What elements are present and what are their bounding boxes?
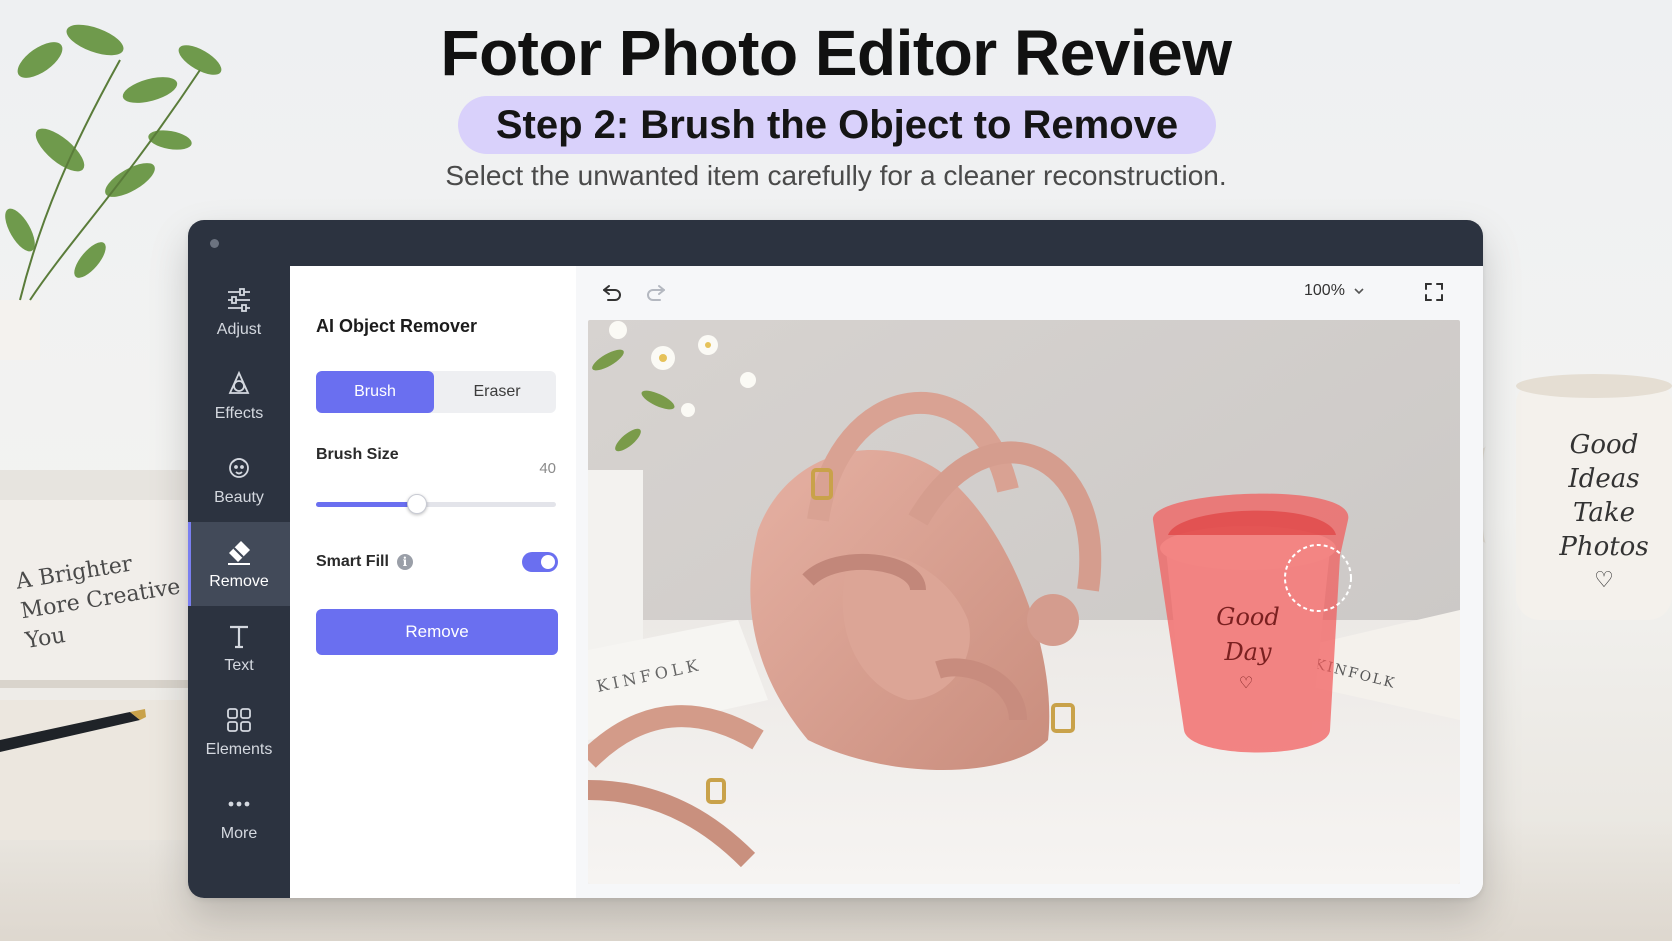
photo-canvas[interactable]: KINFOLK KINFOLK Good Day ♡: [588, 320, 1460, 884]
more-icon: [228, 801, 250, 807]
page-title: Fotor Photo Editor Review: [440, 17, 1232, 89]
tool-panel: AI Object Remover Brush Eraser Brush Siz…: [290, 266, 576, 898]
tool-rail: Adjust Effects Beauty Remove Text Elemen…: [188, 266, 290, 898]
slider-thumb[interactable]: [406, 494, 427, 514]
mug-text-line: Photos: [1559, 532, 1649, 562]
rail-item-beauty[interactable]: Beauty: [188, 438, 290, 522]
workspace: 100% KINFOLK KINFOLK Good Day ♡: [576, 266, 1483, 898]
rail-label: Remove: [209, 573, 269, 590]
canvas-toolbar: 100%: [576, 266, 1483, 318]
panel-title: AI Object Remover: [316, 316, 478, 336]
mug-text-line: Take: [1573, 498, 1635, 528]
eraser-mode-button[interactable]: Eraser: [438, 371, 556, 413]
rail-item-adjust[interactable]: Adjust: [188, 270, 290, 354]
text-icon: [230, 625, 248, 649]
smart-fill-row: Smart Fill i: [316, 553, 413, 571]
brush-mode-button[interactable]: Brush: [316, 371, 434, 413]
zoom-dropdown[interactable]: 100%: [1304, 282, 1365, 300]
brush-size-slider[interactable]: [316, 494, 556, 514]
effects-icon: [228, 370, 250, 394]
rail-label: Elements: [205, 741, 273, 758]
heart-icon: ♡: [1594, 568, 1614, 593]
cup-text-line: Good: [1216, 603, 1279, 631]
rail-label: More: [220, 825, 258, 842]
heart-icon: ♡: [1239, 673, 1253, 692]
brush-size-value: 40: [539, 460, 556, 477]
smart-fill-label: Smart Fill: [316, 553, 389, 570]
rail-label: Text: [224, 657, 254, 674]
page-subtitle: Select the unwanted item carefully for a…: [445, 160, 1227, 191]
slider-fill: [316, 502, 417, 507]
book-stack-decoration: A Brighter More Creative You: [0, 470, 195, 850]
window-titlebar: [188, 220, 1483, 266]
brush-size-label: Brush Size: [316, 446, 399, 463]
undo-icon[interactable]: [600, 280, 624, 304]
rail-item-effects[interactable]: Effects: [188, 354, 290, 438]
rail-label: Effects: [214, 405, 264, 422]
remove-button[interactable]: Remove: [316, 609, 558, 655]
redo-icon[interactable]: [644, 280, 668, 304]
rail-label: Adjust: [216, 321, 262, 338]
rail-item-more[interactable]: More: [188, 774, 290, 858]
step-badge: Step 2: Brush the Object to Remove: [458, 96, 1216, 154]
mug-text-line: Good: [1569, 430, 1639, 460]
rail-item-elements[interactable]: Elements: [188, 690, 290, 774]
photo-image: KINFOLK KINFOLK Good Day ♡: [588, 320, 1460, 884]
eraser-icon: [228, 541, 250, 565]
mug-text-line: Ideas: [1568, 464, 1640, 494]
editor-window: Adjust Effects Beauty Remove Text Elemen…: [188, 220, 1483, 898]
rail-label: Beauty: [214, 489, 264, 506]
sliders-icon: [228, 288, 250, 312]
chevron-down-icon: [1354, 288, 1364, 295]
info-icon[interactable]: i: [396, 554, 413, 570]
beauty-icon: [229, 458, 249, 478]
mug-decoration: Good Ideas Take Photos ♡: [1463, 360, 1672, 640]
fullscreen-icon[interactable]: [1422, 280, 1446, 304]
smart-fill-toggle[interactable]: [522, 552, 558, 572]
zoom-value: 100%: [1304, 282, 1345, 299]
window-dot[interactable]: [210, 239, 219, 248]
rail-item-remove[interactable]: Remove: [188, 522, 290, 606]
rail-item-text[interactable]: Text: [188, 606, 290, 690]
mode-toggle: Brush Eraser: [316, 371, 556, 413]
cup-text-line: Day: [1223, 638, 1272, 666]
grid-icon: [227, 708, 251, 732]
